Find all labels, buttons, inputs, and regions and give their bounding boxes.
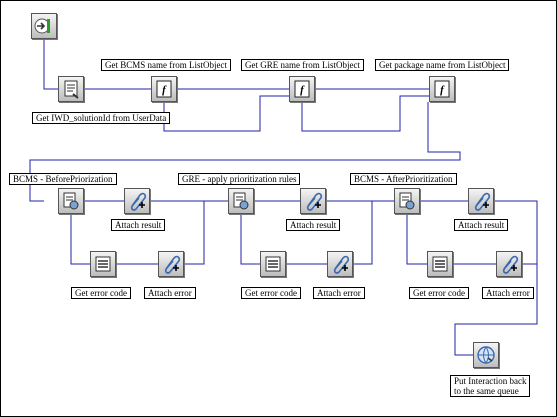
attach-paperclip-icon (130, 192, 147, 211)
wire-bcms-after-error (406, 214, 427, 265)
function-f-icon: f (156, 80, 172, 98)
queue-globe-icon (477, 346, 495, 364)
attach-result-node-2[interactable] (300, 188, 326, 214)
label-get-bcms-name: Get BCMS name from ListObject (101, 59, 231, 71)
wire-entry-to-userdata (43, 39, 58, 90)
wire-gre-fn-loop (301, 95, 429, 132)
wire-bcms-fn-loop (163, 95, 289, 132)
get-error-code-node-1[interactable] (90, 251, 116, 277)
label-get-iwd-solution: Get IWD_solutionId from UserData (32, 112, 171, 124)
attach-error-node-1[interactable] (158, 251, 184, 277)
attach-paperclip-icon (164, 255, 181, 274)
wire-gre-error (240, 214, 260, 265)
label-get-error-code-3: Get error code (409, 287, 469, 299)
label-attach-error-3: Attach error (482, 287, 534, 299)
bcms-before-node[interactable] (58, 188, 84, 214)
service-icon (233, 192, 249, 210)
gre-apply-node[interactable] (228, 188, 254, 214)
form-icon (64, 80, 79, 99)
label-attach-result-2: Attach result (286, 219, 341, 231)
entry-node[interactable] (31, 13, 57, 39)
label-gre-apply: GRE - apply prioritization rules (178, 173, 301, 185)
list-icon (265, 256, 281, 272)
entry-arrow-icon (34, 18, 50, 34)
wire-bcms-before-error (70, 214, 90, 265)
attach-result-node-3[interactable] (468, 188, 494, 214)
service-icon (63, 192, 79, 210)
function-f-icon: f (294, 80, 310, 98)
put-back-queue-node[interactable] (473, 342, 499, 368)
list-icon (432, 256, 448, 272)
label-bcms-before: BCMS - BeforePriorization (9, 173, 117, 185)
attach-paperclip-icon (333, 255, 350, 274)
label-attach-error-1: Attach error (144, 287, 196, 299)
function-f-icon: f (434, 80, 450, 98)
label-get-error-code-1: Get error code (71, 287, 131, 299)
label-bcms-after: BCMS - AfterPrioritization (350, 173, 457, 185)
get-error-code-node-3[interactable] (427, 251, 453, 277)
bcms-after-node[interactable] (394, 188, 420, 214)
label-get-package-name: Get package name from ListObject (375, 59, 510, 71)
label-put-back-line2: to the same queue (454, 386, 519, 396)
label-get-error-code-2: Get error code (241, 287, 301, 299)
userdata-node[interactable] (58, 76, 84, 102)
attach-result-node-1[interactable] (124, 188, 150, 214)
label-put-back-line1: Put Interaction back (454, 376, 527, 386)
attach-paperclip-icon (474, 192, 491, 211)
label-attach-result-3: Attach result (454, 219, 509, 231)
attach-paperclip-icon (306, 192, 323, 211)
gre-function-node[interactable]: f (289, 76, 315, 102)
list-icon (95, 256, 111, 272)
attach-error-node-3[interactable] (496, 251, 522, 277)
attach-error-node-2[interactable] (327, 251, 353, 277)
service-icon (399, 192, 415, 210)
bcms-function-node[interactable]: f (151, 76, 177, 102)
label-get-gre-name: Get GRE name from ListObject (241, 59, 364, 71)
label-attach-result-1: Attach result (111, 219, 166, 231)
get-error-code-node-2[interactable] (260, 251, 286, 277)
label-attach-error-2: Attach error (313, 287, 365, 299)
attach-paperclip-icon (502, 255, 519, 274)
package-function-node[interactable]: f (429, 76, 455, 102)
label-put-back-queue: Put Interaction back to the same queue (450, 375, 531, 397)
